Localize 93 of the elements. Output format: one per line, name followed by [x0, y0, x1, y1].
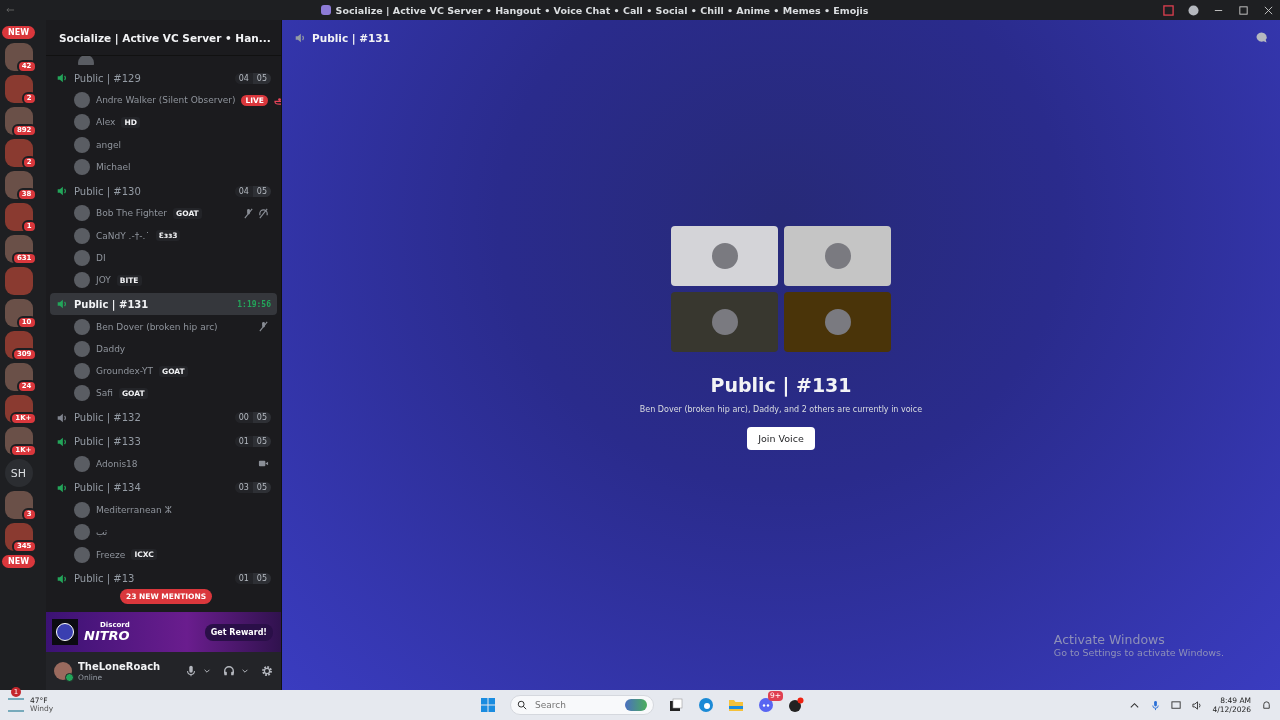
- chevron-down-icon[interactable]: [241, 667, 249, 675]
- member-name[interactable]: Bob The Fighter: [96, 208, 168, 219]
- get-reward-button[interactable]: Get Reward!: [204, 623, 273, 641]
- chat-app-icon[interactable]: [758, 697, 774, 713]
- avatar: [74, 272, 90, 289]
- inbox-icon[interactable]: [1163, 4, 1174, 16]
- call-timer: 1:19:56: [237, 299, 271, 309]
- new-badge: NEW: [2, 555, 35, 568]
- member-name[interactable]: Freeze: [96, 549, 126, 560]
- voice-channel[interactable]: Public | #132 00 05: [50, 406, 277, 429]
- volume-icon[interactable]: [1191, 699, 1203, 711]
- settings-icon[interactable]: [261, 665, 273, 677]
- avatar: [74, 205, 90, 222]
- new-badge: NEW: [2, 26, 35, 39]
- member-name[interactable]: Safi: [96, 388, 113, 399]
- start-icon[interactable]: [480, 697, 496, 713]
- close-icon[interactable]: [1263, 4, 1274, 16]
- window-title: Socialize | Active VC Server • Hangout • Voice Chat • Call • Social • Chill • Anime • Memes • Emojis: [335, 4, 869, 16]
- back-arrow-icon[interactable]: [6, 7, 15, 13]
- speaker-icon: [294, 31, 306, 44]
- microphone-icon[interactable]: [185, 665, 197, 677]
- search-highlight-icon: [625, 699, 647, 711]
- channel-title: Public | #131: [312, 31, 390, 44]
- avatar: [74, 502, 90, 518]
- voice-status-text: Ben Dover (broken hip arc), Daddy, and 2 others are currently in voice: [639, 405, 923, 414]
- avatar: [74, 114, 90, 131]
- user-limit: 01 05: [234, 436, 271, 448]
- voice-channel[interactable]: Public | #134 03 05: [50, 476, 277, 499]
- join-voice-button[interactable]: Join Voice: [747, 427, 815, 450]
- channel-heading: Public | #131: [710, 374, 852, 396]
- user-limit: 04 05: [234, 185, 271, 197]
- server-logo-icon: [320, 5, 331, 15]
- member-name[interactable]: Alex: [96, 117, 116, 128]
- avatar: [74, 227, 90, 244]
- avatar: [824, 309, 851, 335]
- folder-icon[interactable]: [728, 697, 744, 713]
- avatar: [74, 546, 90, 563]
- member-name[interactable]: Michael: [96, 162, 131, 173]
- avatar: [74, 455, 90, 472]
- user-limit: 00 05: [234, 412, 271, 424]
- search-icon: [517, 700, 527, 710]
- activation-text: Go to Settings to activate Windows.: [1053, 647, 1224, 658]
- avatar: [824, 243, 851, 269]
- member-name[interactable]: Groundex-YT: [96, 366, 153, 377]
- avatar: [74, 136, 90, 153]
- avatar: [74, 524, 90, 541]
- server-icon[interactable]: [4, 331, 33, 359]
- member-name[interactable]: Mediterranean ⵣ: [96, 505, 172, 515]
- username: TheLoneRoach: [78, 660, 161, 673]
- chat-bubble-icon[interactable]: [1255, 31, 1268, 44]
- browser-icon[interactable]: [698, 697, 714, 713]
- member-name[interactable]: تب: [96, 527, 108, 538]
- avatar: [74, 363, 90, 380]
- voice-channel[interactable]: Public | #129 04 05: [50, 67, 277, 89]
- voice-channel[interactable]: Public | #13 01 05: [50, 567, 277, 590]
- avatar: [74, 92, 90, 109]
- member-name[interactable]: Andre Walker (Silent Observer): [96, 95, 236, 106]
- user-limit: 01 05: [234, 573, 271, 585]
- recorder-app-icon[interactable]: [788, 697, 804, 713]
- voice-channel[interactable]: Public | #133 01 05: [50, 430, 277, 453]
- help-icon[interactable]: [1188, 4, 1199, 16]
- avatar: [711, 243, 738, 269]
- task-view-icon[interactable]: [668, 697, 684, 713]
- user-limit: 04 05: [234, 72, 271, 84]
- network-icon[interactable]: [1170, 699, 1182, 711]
- member-name[interactable]: Ben Dover (broken hip arc): [96, 321, 218, 332]
- user-limit: 03 05: [234, 482, 271, 494]
- member-name[interactable]: angel: [96, 139, 121, 150]
- notification-bell-icon[interactable]: [1261, 699, 1272, 711]
- avatar: [74, 318, 90, 335]
- avatar: [711, 309, 738, 335]
- member-name[interactable]: Daddy: [96, 343, 126, 354]
- search-input[interactable]: Search: [533, 699, 607, 711]
- headphones-icon[interactable]: [223, 665, 235, 677]
- member-name[interactable]: DI: [96, 252, 106, 263]
- member-name[interactable]: CaNdY .‐†‐.˙: [96, 230, 150, 241]
- member-name[interactable]: Adonis18: [96, 458, 138, 469]
- user-avatar[interactable]: [54, 662, 72, 680]
- server-icon[interactable]: SH: [4, 459, 33, 487]
- chevron-down-icon[interactable]: [203, 667, 211, 675]
- microphone-icon[interactable]: [1149, 699, 1161, 711]
- avatar: [74, 340, 90, 357]
- member-name[interactable]: JOY: [96, 275, 111, 286]
- voice-channel[interactable]: Public | #131 1:19:56: [50, 293, 277, 316]
- avatar: [74, 249, 90, 266]
- avatar: [74, 385, 90, 402]
- voice-channel[interactable]: Public | #130 04 05: [50, 180, 277, 203]
- avatar: [74, 159, 90, 176]
- nitro-wordmark: NITRO: [84, 629, 130, 642]
- search-bar[interactable]: Search: [510, 695, 654, 715]
- activation-title: Activate Windows: [1053, 632, 1166, 647]
- server-name[interactable]: Socialize | Active VC Server • Han...: [59, 31, 271, 44]
- maximize-icon[interactable]: [1238, 4, 1249, 16]
